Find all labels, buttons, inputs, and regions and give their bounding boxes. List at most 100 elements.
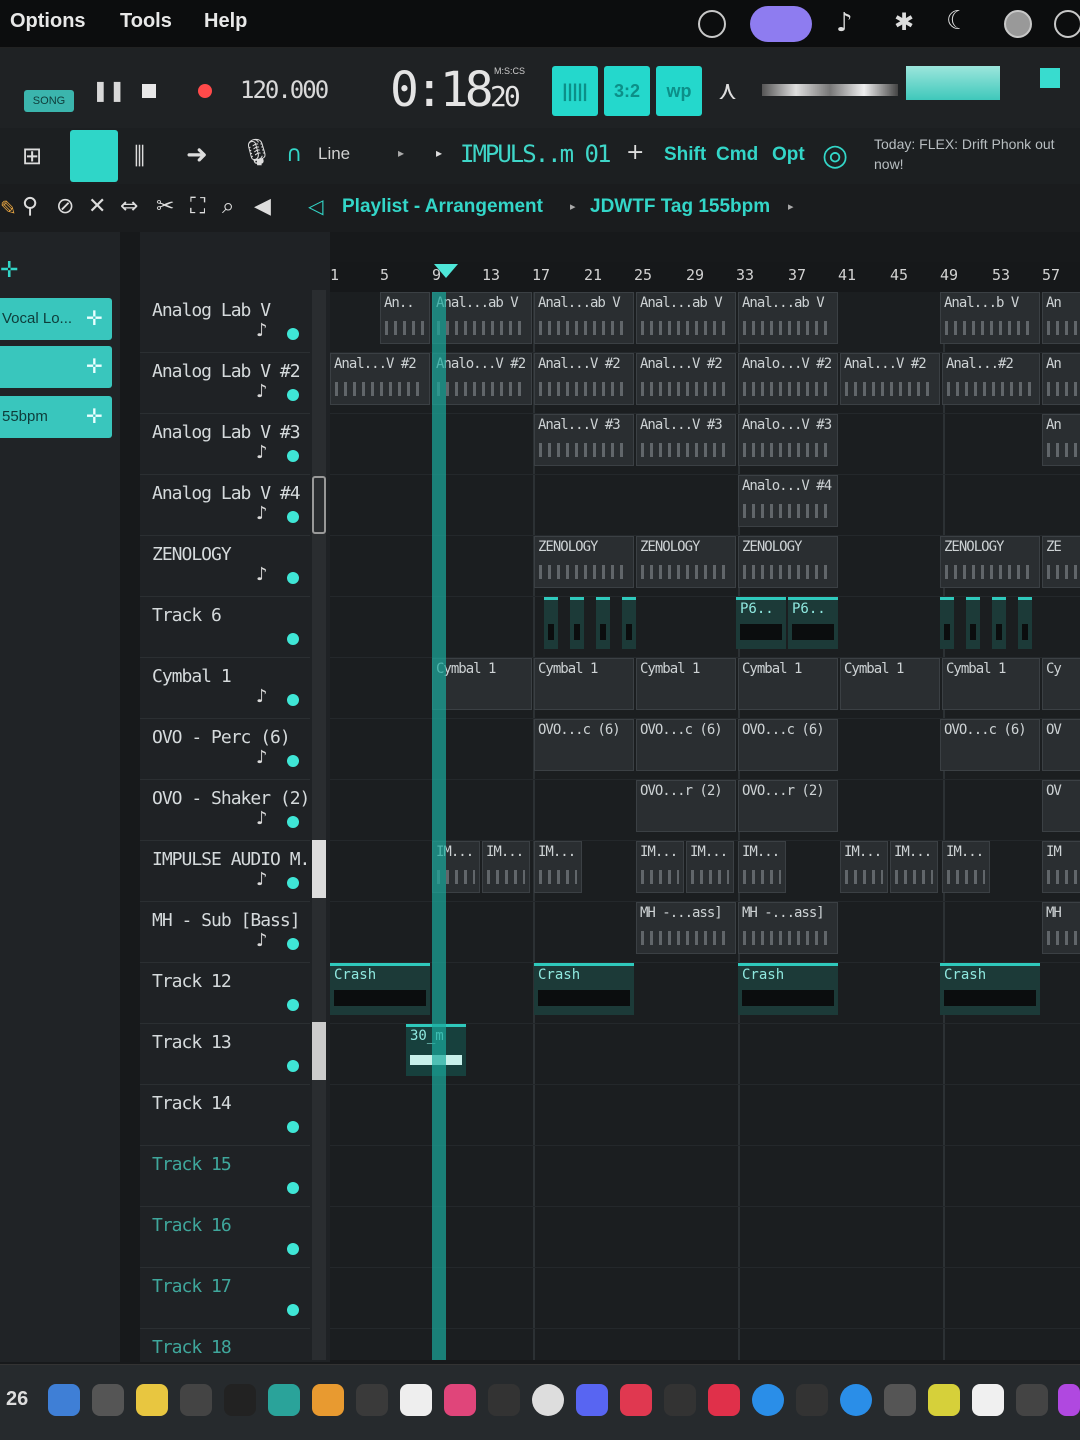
pattern-clip[interactable]: IM... bbox=[534, 841, 582, 893]
menu-options[interactable]: Options bbox=[10, 10, 86, 33]
pattern-clip[interactable]: Cymbal 1 bbox=[534, 658, 634, 710]
settings-icon[interactable] bbox=[1004, 10, 1032, 38]
wait-mode-button[interactable]: wp bbox=[656, 66, 702, 116]
pattern-clip[interactable]: Cymbal 1 bbox=[840, 658, 940, 710]
notes-icon[interactable] bbox=[136, 1384, 168, 1416]
track-enable-led[interactable] bbox=[287, 572, 299, 584]
mute-tool-icon[interactable]: ✕ bbox=[88, 194, 106, 219]
pattern-clip[interactable]: Anal...V #2 bbox=[330, 353, 430, 405]
playback-tool-icon[interactable]: ◀ bbox=[254, 194, 271, 219]
pattern-clip[interactable]: Anal...V #3 bbox=[534, 414, 634, 466]
audio-clip[interactable] bbox=[544, 597, 558, 649]
track-header[interactable]: OVO - Perc (6) ♪ bbox=[140, 719, 310, 780]
menu-help[interactable]: Help bbox=[204, 10, 247, 33]
pattern-clip[interactable]: Anal...ab V bbox=[432, 292, 532, 344]
pattern-clip[interactable]: OVO...c (6) bbox=[738, 719, 838, 771]
pattern-clip[interactable]: MH -...ass] bbox=[636, 902, 736, 954]
audio-clip[interactable] bbox=[992, 597, 1006, 649]
app-icon[interactable] bbox=[92, 1384, 124, 1416]
pattern-clip[interactable]: Anal...#2 bbox=[942, 353, 1040, 405]
audio-clip[interactable] bbox=[966, 597, 980, 649]
track-scrollbar[interactable] bbox=[312, 290, 326, 1360]
track-header[interactable]: Track 13 bbox=[140, 1024, 310, 1085]
track-enable-led[interactable] bbox=[287, 511, 299, 523]
app-icon[interactable] bbox=[1058, 1384, 1080, 1416]
bluetooth-icon[interactable]: ✱ bbox=[894, 8, 914, 36]
slip-tool-icon[interactable]: ⇔ bbox=[120, 194, 138, 219]
track-header[interactable]: ZENOLOGY ♪ bbox=[140, 536, 310, 597]
chrome-icon[interactable] bbox=[532, 1384, 564, 1416]
audio-clip[interactable] bbox=[1018, 597, 1032, 649]
camera-icon[interactable] bbox=[268, 1384, 300, 1416]
track-enable-led[interactable] bbox=[287, 1182, 299, 1194]
app-icon[interactable] bbox=[972, 1384, 1004, 1416]
pattern-clip[interactable]: Analo...V #3 bbox=[738, 414, 838, 466]
pattern-clip[interactable]: IM... bbox=[686, 841, 734, 893]
microphone-icon[interactable]: 🎙 bbox=[240, 138, 273, 168]
speaker-icon[interactable]: ◁ bbox=[308, 194, 323, 218]
pattern-clip[interactable]: Anal...b V bbox=[940, 292, 1040, 344]
track-header[interactable]: Track 17 bbox=[140, 1268, 310, 1329]
scroll-marker[interactable] bbox=[312, 1022, 326, 1080]
music-icon[interactable] bbox=[620, 1384, 652, 1416]
app-icon[interactable] bbox=[444, 1384, 476, 1416]
track-enable-led[interactable] bbox=[287, 1243, 299, 1255]
music-note-icon[interactable]: ♪ bbox=[836, 8, 853, 38]
pattern-clip[interactable]: OVO...c (6) bbox=[636, 719, 736, 771]
channel-rack-button[interactable] bbox=[70, 130, 118, 182]
pattern-select[interactable]: IMPULS..m 01 bbox=[460, 140, 611, 168]
track-header[interactable]: Analog Lab V #3 ♪ bbox=[140, 414, 310, 475]
pattern-clip[interactable]: Cymbal 1 bbox=[942, 658, 1040, 710]
snap-dropdown-icon[interactable]: ▸ bbox=[398, 146, 404, 160]
app-icon[interactable] bbox=[752, 1384, 784, 1416]
pattern-clip[interactable]: Analo...V #2 bbox=[432, 353, 532, 405]
pattern-clip[interactable]: Anal...ab V bbox=[738, 292, 838, 344]
track-header[interactable]: Track 6 bbox=[140, 597, 310, 658]
calendar-date[interactable]: 26 bbox=[6, 1388, 28, 1411]
arrangement-select[interactable]: JDWTF Tag 155bpm bbox=[590, 196, 770, 218]
pattern-clip[interactable]: ZENOLOGY bbox=[738, 536, 838, 588]
track-enable-led[interactable] bbox=[287, 816, 299, 828]
user-icon[interactable] bbox=[1054, 10, 1080, 38]
pattern-clip[interactable]: Anal...V #3 bbox=[636, 414, 736, 466]
song-mode-toggle[interactable]: SONG bbox=[24, 90, 74, 112]
audio-clip[interactable]: P6.. bbox=[736, 597, 786, 649]
pattern-clip[interactable]: IM... bbox=[890, 841, 938, 893]
track-enable-led[interactable] bbox=[287, 1060, 299, 1072]
menu-tools[interactable]: Tools bbox=[120, 10, 172, 33]
delete-tool-icon[interactable]: ⊘ bbox=[56, 194, 74, 219]
pattern-clip[interactable]: Anal...ab V bbox=[636, 292, 736, 344]
app-icon[interactable] bbox=[796, 1384, 828, 1416]
pattern-clip[interactable]: Cymbal 1 bbox=[738, 658, 838, 710]
pattern-clip[interactable]: IM... bbox=[942, 841, 990, 893]
pattern-clip[interactable]: MH bbox=[1042, 902, 1080, 954]
audio-clip[interactable] bbox=[570, 597, 584, 649]
app-icon[interactable] bbox=[356, 1384, 388, 1416]
app-icon[interactable] bbox=[1016, 1384, 1048, 1416]
pattern-clip[interactable]: OV bbox=[1042, 780, 1080, 832]
track-header[interactable]: Analog Lab V ♪ bbox=[140, 292, 310, 353]
pattern-clip[interactable]: IM... bbox=[840, 841, 888, 893]
app-icon[interactable] bbox=[840, 1384, 872, 1416]
add-pattern-icon[interactable]: + bbox=[626, 140, 644, 165]
pattern-clip[interactable]: Cymbal 1 bbox=[636, 658, 736, 710]
snap-select[interactable]: Line bbox=[318, 144, 350, 164]
track-header[interactable]: IMPULSE AUDIO M... ♪ bbox=[140, 841, 330, 902]
record-button[interactable] bbox=[198, 84, 212, 98]
track-header[interactable]: Cymbal 1 ♪ bbox=[140, 658, 310, 719]
track-enable-led[interactable] bbox=[287, 1304, 299, 1316]
track-header[interactable]: Analog Lab V #4 ♪ bbox=[140, 475, 310, 536]
audio-clip[interactable]: P6.. bbox=[788, 597, 838, 649]
track-enable-led[interactable] bbox=[287, 877, 299, 889]
pattern-add-icon[interactable]: ✛ bbox=[86, 354, 103, 378]
pattern-clip[interactable]: An bbox=[1042, 353, 1080, 405]
app-icon[interactable] bbox=[708, 1384, 740, 1416]
zoom-tool-icon[interactable]: ⌕ bbox=[222, 194, 234, 219]
pattern-clip[interactable]: Anal...V #2 bbox=[636, 353, 736, 405]
audio-clip[interactable] bbox=[622, 597, 636, 649]
pattern-clip[interactable]: ZENOLOGY bbox=[636, 536, 736, 588]
paint-tool-icon[interactable]: ⚲ bbox=[22, 194, 38, 219]
pattern-clip[interactable]: ZE bbox=[1042, 536, 1080, 588]
app-icon[interactable] bbox=[928, 1384, 960, 1416]
track-enable-led[interactable] bbox=[287, 633, 299, 645]
